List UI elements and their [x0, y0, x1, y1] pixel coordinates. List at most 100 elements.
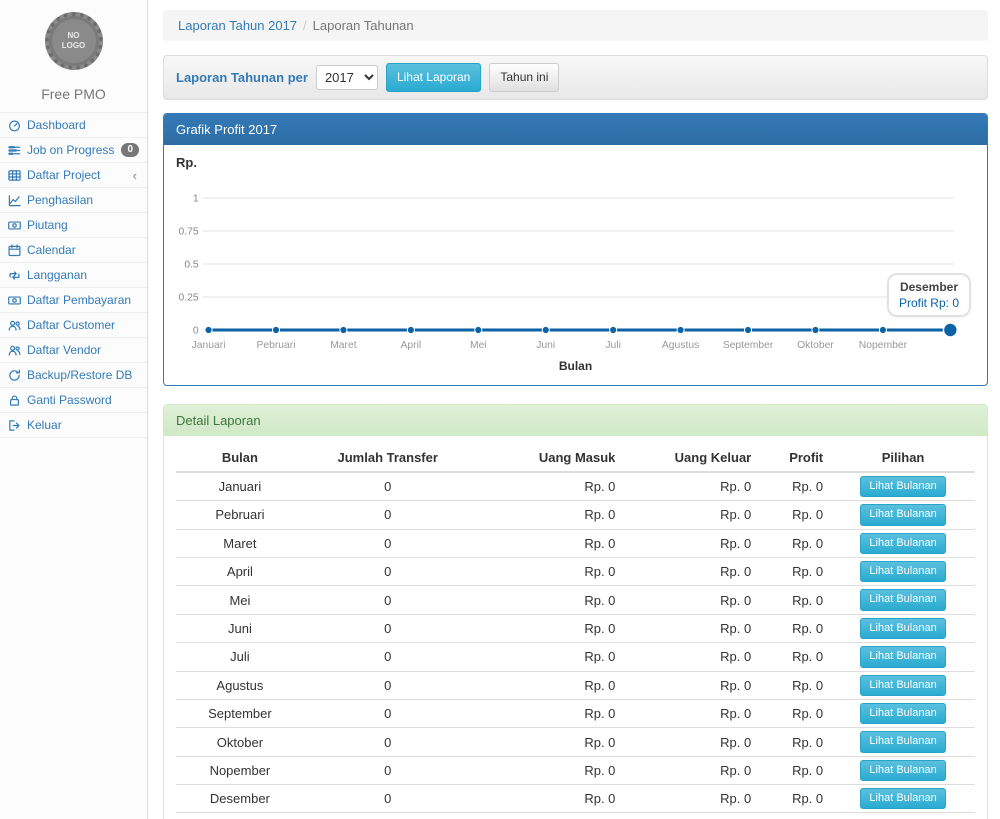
data-point-agustus[interactable]: [677, 326, 684, 333]
cell-month: Pebruari: [176, 501, 304, 529]
y-tick-label: 0: [193, 325, 199, 336]
cell-profit: Rp. 0: [759, 785, 831, 813]
count-badge: 0: [121, 143, 139, 157]
users-icon: [8, 319, 21, 332]
view-monthly-button-mei[interactable]: Lihat Bulanan: [860, 589, 945, 610]
sidebar-item-dashboard[interactable]: Dashboard: [0, 113, 147, 138]
data-point-oktober[interactable]: [812, 326, 819, 333]
sidebar-item-keluar[interactable]: Keluar: [0, 413, 147, 438]
data-point-juli[interactable]: [610, 326, 617, 333]
cell-month: April: [176, 557, 304, 585]
view-monthly-button-april[interactable]: Lihat Bulanan: [860, 561, 945, 582]
sidebar-item-daftar-customer[interactable]: Daftar Customer: [0, 313, 147, 338]
sidebar-menu: Dashboard Job on Progress 0 Daftar Project‹…: [0, 112, 147, 438]
cell-month: Oktober: [176, 728, 304, 756]
total-transfer-count: 0: [304, 813, 472, 819]
data-point-maret[interactable]: [340, 326, 347, 333]
x-tick-label: September: [723, 340, 774, 351]
refresh-icon: [8, 369, 21, 382]
total-uang-masuk: Rp. 0: [472, 813, 624, 819]
money-icon: [8, 219, 21, 232]
view-report-button[interactable]: Lihat Laporan: [386, 63, 481, 92]
sidebar-item-backup-restore-db[interactable]: Backup/Restore DB: [0, 363, 147, 388]
cell-uang-keluar: Rp. 0: [623, 671, 759, 699]
data-point-desember[interactable]: [943, 323, 957, 337]
cell-transfer-count: 0: [304, 557, 472, 585]
cell-action: Lihat Bulanan: [831, 643, 975, 671]
cell-transfer-count: 0: [304, 472, 472, 501]
view-monthly-button-september[interactable]: Lihat Bulanan: [860, 703, 945, 724]
this-year-button[interactable]: Tahun ini: [489, 63, 559, 92]
breadcrumb-link-year[interactable]: Laporan Tahun 2017: [178, 18, 297, 33]
cell-month: Januari: [176, 472, 304, 501]
year-select[interactable]: 2017: [316, 65, 378, 90]
cell-uang-keluar: Rp. 0: [623, 785, 759, 813]
cell-uang-keluar: Rp. 0: [623, 557, 759, 585]
x-tick-label: Juni: [536, 340, 555, 351]
data-point-april[interactable]: [407, 326, 414, 333]
cell-uang-masuk: Rp. 0: [472, 586, 624, 614]
table-row-desember: Desember0Rp. 0Rp. 0Rp. 0Lihat Bulanan: [176, 785, 975, 813]
sidebar-item-label: Daftar Project: [27, 168, 127, 182]
x-tick-label: April: [401, 340, 422, 351]
brand-name: Free PMO: [0, 78, 147, 112]
detail-panel-title: Detail Laporan: [164, 405, 987, 436]
sidebar-item-penghasilan[interactable]: Penghasilan: [0, 188, 147, 213]
cell-uang-keluar: Rp. 0: [623, 614, 759, 642]
sidebar-item-label: Daftar Customer: [27, 318, 139, 332]
profit-line-chart[interactable]: 10.750.50.250JanuariPebruariMaretAprilMe…: [176, 172, 975, 357]
view-monthly-button-oktober[interactable]: Lihat Bulanan: [860, 731, 945, 752]
table-row-pebruari: Pebruari0Rp. 0Rp. 0Rp. 0Lihat Bulanan: [176, 501, 975, 529]
x-tick-label: Maret: [330, 340, 357, 351]
x-tick-label: Agustus: [662, 340, 699, 351]
view-monthly-button-agustus[interactable]: Lihat Bulanan: [860, 675, 945, 696]
sidebar-item-daftar-project[interactable]: Daftar Project‹: [0, 163, 147, 188]
cell-transfer-count: 0: [304, 699, 472, 727]
cell-uang-keluar: Rp. 0: [623, 529, 759, 557]
sidebar-item-calendar[interactable]: Calendar: [0, 238, 147, 263]
sidebar-item-job-on-progress[interactable]: Job on Progress 0: [0, 138, 147, 163]
data-point-mei[interactable]: [475, 326, 482, 333]
view-monthly-button-nopember[interactable]: Lihat Bulanan: [860, 760, 945, 781]
data-point-september[interactable]: [744, 326, 751, 333]
sidebar-item-daftar-vendor[interactable]: Daftar Vendor: [0, 338, 147, 363]
data-point-januari[interactable]: [205, 326, 212, 333]
cell-profit: Rp. 0: [759, 699, 831, 727]
y-tick-label: 0.25: [179, 292, 199, 303]
view-monthly-button-juni[interactable]: Lihat Bulanan: [860, 618, 945, 639]
chart-panel-title: Grafik Profit 2017: [164, 114, 987, 145]
data-point-nopember[interactable]: [879, 326, 886, 333]
column-header-profit: Profit: [759, 444, 831, 472]
y-tick-label: 1: [193, 193, 199, 204]
x-tick-label: Pebruari: [256, 340, 295, 351]
sidebar-item-ganti-password[interactable]: Ganti Password: [0, 388, 147, 413]
view-monthly-button-pebruari[interactable]: Lihat Bulanan: [860, 504, 945, 525]
sidebar-item-langganan[interactable]: Langganan: [0, 263, 147, 288]
view-monthly-button-januari[interactable]: Lihat Bulanan: [860, 476, 945, 497]
view-monthly-button-juli[interactable]: Lihat Bulanan: [860, 646, 945, 667]
cell-action: Lihat Bulanan: [831, 699, 975, 727]
sidebar-item-label: Job on Progress: [27, 143, 115, 157]
data-point-pebruari[interactable]: [272, 326, 279, 333]
total-profit: Rp. 0: [759, 813, 831, 819]
view-monthly-button-maret[interactable]: Lihat Bulanan: [860, 533, 945, 554]
column-header-bulan: Bulan: [176, 444, 304, 472]
cell-action: Lihat Bulanan: [831, 586, 975, 614]
table-row-oktober: Oktober0Rp. 0Rp. 0Rp. 0Lihat Bulanan: [176, 728, 975, 756]
sidebar-item-piutang[interactable]: Piutang: [0, 213, 147, 238]
dashboard-icon: [8, 119, 21, 132]
table-header-row: Bulan Jumlah Transfer Uang Masuk Uang Ke…: [176, 444, 975, 472]
chart-line-icon: [8, 194, 21, 207]
cell-action: Lihat Bulanan: [831, 614, 975, 642]
cell-uang-masuk: Rp. 0: [472, 501, 624, 529]
table-row-juni: Juni0Rp. 0Rp. 0Rp. 0Lihat Bulanan: [176, 614, 975, 642]
retweet-icon: [8, 269, 21, 282]
data-point-juni[interactable]: [542, 326, 549, 333]
cell-action: Lihat Bulanan: [831, 472, 975, 501]
table-row-september: September0Rp. 0Rp. 0Rp. 0Lihat Bulanan: [176, 699, 975, 727]
sidebar-item-daftar-pembayaran[interactable]: Daftar Pembayaran: [0, 288, 147, 313]
sidebar-item-label: Daftar Vendor: [27, 343, 139, 357]
view-monthly-button-desember[interactable]: Lihat Bulanan: [860, 788, 945, 809]
table-total-row: Total0Rp. 0Rp. 0Rp. 0: [176, 813, 975, 819]
y-tick-label: 0.75: [179, 226, 199, 237]
